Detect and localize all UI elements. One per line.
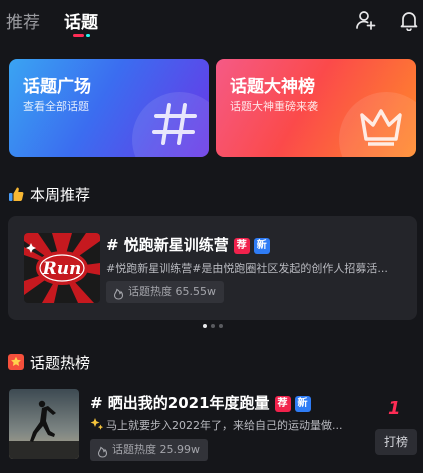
sparkle-icon: [90, 416, 104, 430]
card-title: 话题大神榜: [230, 77, 315, 97]
topic-master-rank-card[interactable]: 话题大神榜 话题大神重磅来袭: [216, 59, 416, 157]
tab-recommend[interactable]: 推荐: [6, 8, 40, 33]
carousel-dot: [219, 324, 223, 328]
topic-title: # 悦跑新星训练营荐新: [106, 234, 270, 255]
carousel-dot: [211, 324, 215, 328]
thumbs-up-icon: [8, 186, 24, 202]
topic-square-card[interactable]: 话题广场 查看全部话题: [9, 59, 209, 157]
section-title: 话题热榜: [30, 354, 91, 372]
carousel-dot-active: [203, 324, 207, 328]
card-subtitle: 话题大神重磅来袭: [230, 100, 318, 113]
tab-topic[interactable]: 话题: [64, 8, 98, 33]
crown-icon: [354, 97, 408, 151]
section-title: 本周推荐: [30, 186, 91, 204]
recommend-badge: 荐: [233, 238, 250, 254]
flame-icon: [113, 286, 124, 300]
flame-icon: [97, 444, 108, 458]
heat-text: 话题热度 25.99w: [112, 443, 200, 456]
recommend-badge: 荐: [274, 396, 291, 412]
hot-topic-title[interactable]: # 晒出我的2021年度跑量荐新: [90, 392, 311, 413]
topic-heat: 话题热度 65.55w: [106, 281, 224, 303]
star-icon: [8, 354, 24, 370]
card-title: 话题广场: [23, 77, 91, 97]
vote-button[interactable]: 打榜: [375, 429, 417, 455]
hot-topic-heat: 话题热度 25.99w: [90, 439, 208, 461]
bell-icon[interactable]: [398, 9, 420, 32]
topic-title-text: # 晒出我的2021年度跑量: [90, 394, 270, 412]
hot-topic-description: 马上就要步入2022年了，来给自己的运动量做...: [106, 419, 343, 432]
weekly-topic-card[interactable]: Run # 悦跑新星训练营荐新 #悦跑新星训练营#是由悦跑圈社区发起的创作人招募…: [8, 216, 417, 320]
new-badge: 新: [294, 396, 311, 412]
cover-logo-text: Run: [42, 259, 82, 279]
carousel-indicator: [203, 324, 223, 328]
weekly-section-header: 本周推荐: [8, 184, 208, 204]
heat-text: 话题热度 65.55w: [128, 285, 216, 298]
hot-topic-cover-image: [9, 389, 79, 459]
hashtag-icon: [147, 97, 201, 151]
card-subtitle: 查看全部话题: [23, 100, 89, 113]
topic-cover-image: Run: [24, 233, 100, 303]
top-bar: 推荐 话题: [0, 0, 423, 44]
hot-section-header: 话题热榜: [8, 352, 208, 372]
new-badge: 新: [253, 238, 270, 254]
topic-title-text: # 悦跑新星训练营: [106, 236, 229, 254]
rank-number: 1: [388, 398, 401, 419]
add-user-icon[interactable]: [355, 9, 377, 31]
topic-description: #悦跑新星训练营#是由悦跑圈社区发起的创作人招募活...: [106, 262, 388, 275]
tab-active-indicator: [73, 34, 91, 37]
